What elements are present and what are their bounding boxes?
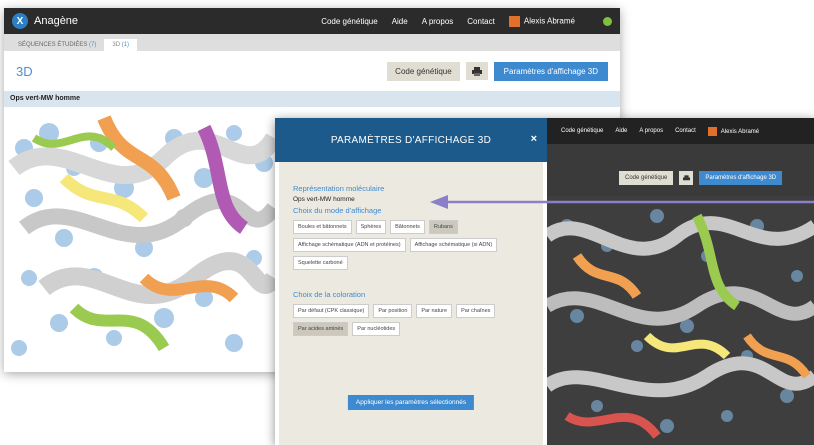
front-molecule-viewer[interactable]	[547, 196, 814, 445]
mode-options: Boules et bâtonnets Sphères Bâtonnets Ru…	[293, 220, 529, 270]
mode-option[interactable]: Affichage schématique (ADN et protéines)	[293, 238, 406, 252]
tab-3d[interactable]: 3D (1)	[104, 39, 138, 51]
tab-bar: SÉQUENCES ÉTUDIÉES (7) 3D (1)	[4, 34, 620, 51]
nav-contact[interactable]: Contact	[467, 17, 495, 26]
tab-sequences[interactable]: SÉQUENCES ÉTUDIÉES (7)	[10, 39, 104, 51]
sequence-label: Ops vert-MW homme	[4, 91, 620, 107]
front-user-menu[interactable]: Alexis Abramé	[707, 126, 760, 136]
front-avatar	[707, 126, 717, 136]
color-option[interactable]: Par chaînes	[456, 304, 496, 318]
anagene-logo-icon: X	[12, 13, 28, 29]
front-nav-contact[interactable]: Contact	[675, 128, 696, 134]
color-option[interactable]: Par position	[373, 304, 413, 318]
app-name: Anagène	[34, 15, 79, 27]
parametres-affichage-button[interactable]: Paramètres d'affichage 3D	[493, 61, 608, 81]
tab-3d-label: 3D	[112, 42, 121, 48]
front-parametres-button[interactable]: Paramètres d'affichage 3D	[699, 171, 783, 185]
mode-option[interactable]: Affichage schématique (si ADN)	[409, 238, 498, 252]
mode-option[interactable]: Boules et bâtonnets	[293, 220, 352, 234]
front-navbar: Code génétique Aide A propos Contact Ale…	[547, 118, 814, 144]
printer-icon	[682, 174, 690, 180]
color-title: Choix de la coloration	[293, 290, 366, 299]
tab-sequences-label: SÉQUENCES ÉTUDIÉES	[18, 42, 88, 48]
nav-a-propos[interactable]: A propos	[422, 17, 454, 26]
code-genetique-button[interactable]: Code génétique	[387, 61, 460, 81]
tab-sequences-count: (7)	[89, 42, 97, 48]
tab-3d-count: (1)	[121, 42, 130, 48]
avatar	[508, 15, 520, 27]
user-menu[interactable]: Alexis Abramé	[508, 15, 575, 27]
front-toolbar: Code génétique Paramètres d'affichage 3D	[547, 166, 814, 190]
color-options: Par défaut (CPK classique) Par position …	[293, 304, 529, 336]
app-logo[interactable]: X Anagène	[12, 13, 78, 29]
modal-header: PARAMÈTRES D'AFFICHAGE 3D ×	[275, 118, 547, 162]
toolbar: 3D Code génétique Paramètres d'affichage…	[4, 51, 620, 91]
color-option[interactable]: Par nucléotides	[352, 322, 401, 336]
status-ok-icon	[603, 16, 612, 26]
print-button[interactable]	[465, 62, 488, 80]
user-name: Alexis Abramé	[523, 16, 575, 26]
mode-option[interactable]: Sphères	[355, 220, 387, 234]
nav-aide[interactable]: Aide	[392, 17, 408, 26]
front-nav-a-propos[interactable]: A propos	[639, 128, 663, 134]
front-nav-code-genetique[interactable]: Code génétique	[561, 128, 603, 134]
nav-code-genetique[interactable]: Code génétique	[321, 17, 378, 26]
parametres-modal: PARAMÈTRES D'AFFICHAGE 3D × Représentati…	[275, 118, 547, 445]
modal-title: PARAMÈTRES D'AFFICHAGE 3D	[330, 134, 492, 146]
apply-button[interactable]: Appliquer les paramètres sélectionnés	[347, 395, 475, 410]
secondary-window: Code génétique Aide A propos Contact Ale…	[275, 118, 814, 445]
front-code-genetique-button[interactable]: Code génétique	[619, 171, 674, 185]
front-nav-aide[interactable]: Aide	[615, 128, 627, 134]
front-print-button[interactable]	[679, 171, 694, 185]
mode-option[interactable]: Squelette carboné	[293, 256, 348, 270]
close-icon[interactable]: ×	[531, 133, 537, 145]
color-option[interactable]: Par nature	[416, 304, 453, 318]
color-option-selected[interactable]: Par acides aminés	[293, 322, 349, 336]
printer-icon	[471, 66, 482, 76]
mode-option[interactable]: Bâtonnets	[390, 220, 425, 234]
page-title: 3D	[16, 63, 33, 79]
front-user-name: Alexis Abramé	[720, 128, 760, 135]
top-navbar: X Anagène Code génétique Aide A propos C…	[4, 8, 620, 34]
mode-option-selected[interactable]: Rubans	[428, 220, 458, 234]
pointer-arrow-icon	[430, 195, 814, 209]
color-option[interactable]: Par défaut (CPK classique)	[293, 304, 370, 318]
